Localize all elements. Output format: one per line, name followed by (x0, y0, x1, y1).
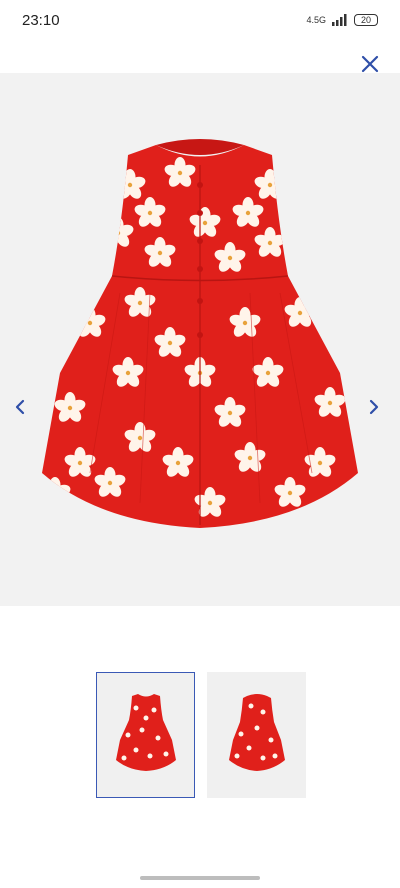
battery-level: 20 (360, 15, 371, 25)
chevron-left-icon (15, 399, 25, 415)
product-image (42, 139, 358, 528)
status-bar: 23:10 4.5G 20 (0, 0, 400, 40)
thumbnail-strip (96, 672, 306, 800)
next-image-button[interactable] (362, 395, 386, 419)
thumbnail-1[interactable] (96, 672, 195, 798)
signal-icon (332, 14, 347, 26)
thumbnail-image (115, 694, 176, 771)
product-image-gallery[interactable] (0, 73, 400, 606)
network-label: 4.5G (306, 15, 326, 25)
prev-image-button[interactable] (8, 395, 32, 419)
chevron-right-icon (369, 399, 379, 415)
status-time: 23:10 (22, 11, 60, 29)
thumbnail-image (228, 694, 285, 771)
close-icon (361, 55, 379, 73)
status-icons: 4.5G 20 (306, 14, 378, 26)
battery-icon: 20 (354, 14, 378, 26)
thumbnail-2[interactable] (207, 672, 306, 798)
home-indicator (140, 876, 260, 880)
